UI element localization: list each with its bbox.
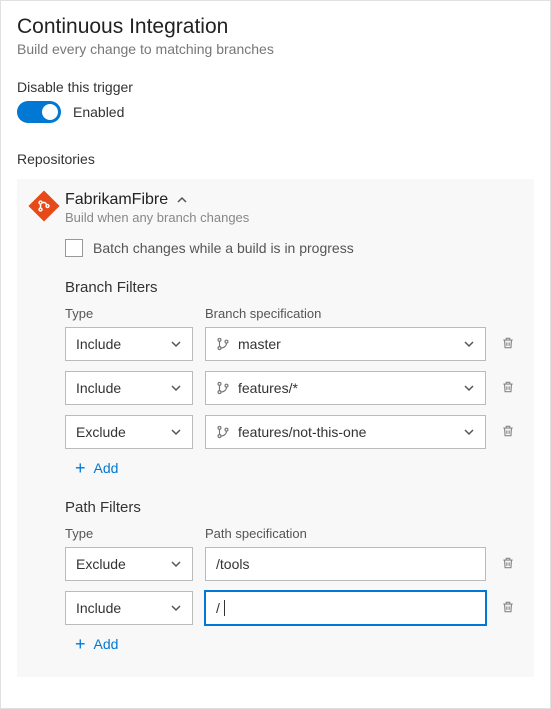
chevron-down-icon xyxy=(170,382,182,394)
path-spec-value: / xyxy=(216,600,220,616)
add-label: Add xyxy=(94,636,119,652)
path-spec-input[interactable]: /tools xyxy=(205,547,486,581)
delete-button[interactable] xyxy=(498,600,518,617)
trash-icon xyxy=(501,336,515,350)
chevron-down-icon xyxy=(463,382,475,394)
page-subtitle: Build every change to matching branches xyxy=(17,41,534,57)
dropdown-value: Exclude xyxy=(76,424,126,440)
branch-filters-heading: Branch Filters xyxy=(65,279,518,296)
branch-type-dropdown[interactable]: Include xyxy=(65,371,193,405)
toggle-knob xyxy=(42,104,58,120)
delete-button[interactable] xyxy=(498,556,518,573)
git-icon xyxy=(28,190,59,221)
page-title: Continuous Integration xyxy=(17,15,534,39)
add-path-filter-button[interactable]: + Add xyxy=(75,635,518,653)
trash-icon xyxy=(501,600,515,614)
chevron-down-icon xyxy=(463,426,475,438)
chevron-down-icon xyxy=(170,426,182,438)
dropdown-value: Exclude xyxy=(76,556,126,572)
branch-icon xyxy=(216,337,230,351)
path-type-dropdown[interactable]: Include xyxy=(65,591,193,625)
branch-icon xyxy=(216,425,230,439)
text-caret xyxy=(224,600,225,616)
batch-label: Batch changes while a build is in progre… xyxy=(93,240,354,256)
branch-spec-value: features/* xyxy=(238,380,298,396)
path-spec-input[interactable]: / xyxy=(205,591,486,625)
chevron-down-icon xyxy=(170,558,182,570)
chevron-down-icon xyxy=(463,338,475,350)
trash-icon xyxy=(501,424,515,438)
add-branch-filter-button[interactable]: + Add xyxy=(75,459,518,477)
enable-toggle[interactable] xyxy=(17,101,61,123)
path-filter-row: Exclude /tools xyxy=(65,547,518,581)
repo-subtext: Build when any branch changes xyxy=(65,210,249,225)
repository-block: FabrikamFibre Build when any branch chan… xyxy=(17,179,534,677)
branch-filter-row: Include features/* xyxy=(65,371,518,405)
branch-spec-header: Branch specification xyxy=(205,306,518,321)
path-filters-heading: Path Filters xyxy=(65,499,518,516)
dropdown-value: Include xyxy=(76,336,121,352)
repositories-label: Repositories xyxy=(17,151,534,167)
trash-icon xyxy=(501,380,515,394)
branch-spec-value: features/not-this-one xyxy=(238,424,366,440)
delete-button[interactable] xyxy=(498,380,518,397)
path-spec-value: /tools xyxy=(216,556,249,572)
branch-type-header: Type xyxy=(65,306,193,321)
toggle-status: Enabled xyxy=(73,104,124,120)
plus-icon: + xyxy=(75,459,86,477)
branch-type-dropdown[interactable]: Exclude xyxy=(65,415,193,449)
branch-filter-row: Exclude features/not-this-one xyxy=(65,415,518,449)
branch-spec-dropdown[interactable]: master xyxy=(205,327,486,361)
branch-spec-value: master xyxy=(238,336,281,352)
path-type-header: Type xyxy=(65,526,193,541)
chevron-down-icon xyxy=(170,338,182,350)
add-label: Add xyxy=(94,460,119,476)
dropdown-value: Include xyxy=(76,600,121,616)
chevron-down-icon xyxy=(170,602,182,614)
repo-expand-toggle[interactable]: FabrikamFibre xyxy=(65,191,249,209)
repo-name: FabrikamFibre xyxy=(65,191,168,209)
delete-button[interactable] xyxy=(498,336,518,353)
branch-filter-row: Include master xyxy=(65,327,518,361)
trash-icon xyxy=(501,556,515,570)
path-filter-row: Include / xyxy=(65,591,518,625)
branch-spec-dropdown[interactable]: features/* xyxy=(205,371,486,405)
batch-checkbox[interactable] xyxy=(65,239,83,257)
branch-spec-dropdown[interactable]: features/not-this-one xyxy=(205,415,486,449)
disable-trigger-label: Disable this trigger xyxy=(17,79,534,95)
branch-icon xyxy=(216,381,230,395)
path-type-dropdown[interactable]: Exclude xyxy=(65,547,193,581)
branch-type-dropdown[interactable]: Include xyxy=(65,327,193,361)
plus-icon: + xyxy=(75,635,86,653)
delete-button[interactable] xyxy=(498,424,518,441)
dropdown-value: Include xyxy=(76,380,121,396)
path-spec-header: Path specification xyxy=(205,526,518,541)
chevron-up-icon xyxy=(176,194,188,206)
